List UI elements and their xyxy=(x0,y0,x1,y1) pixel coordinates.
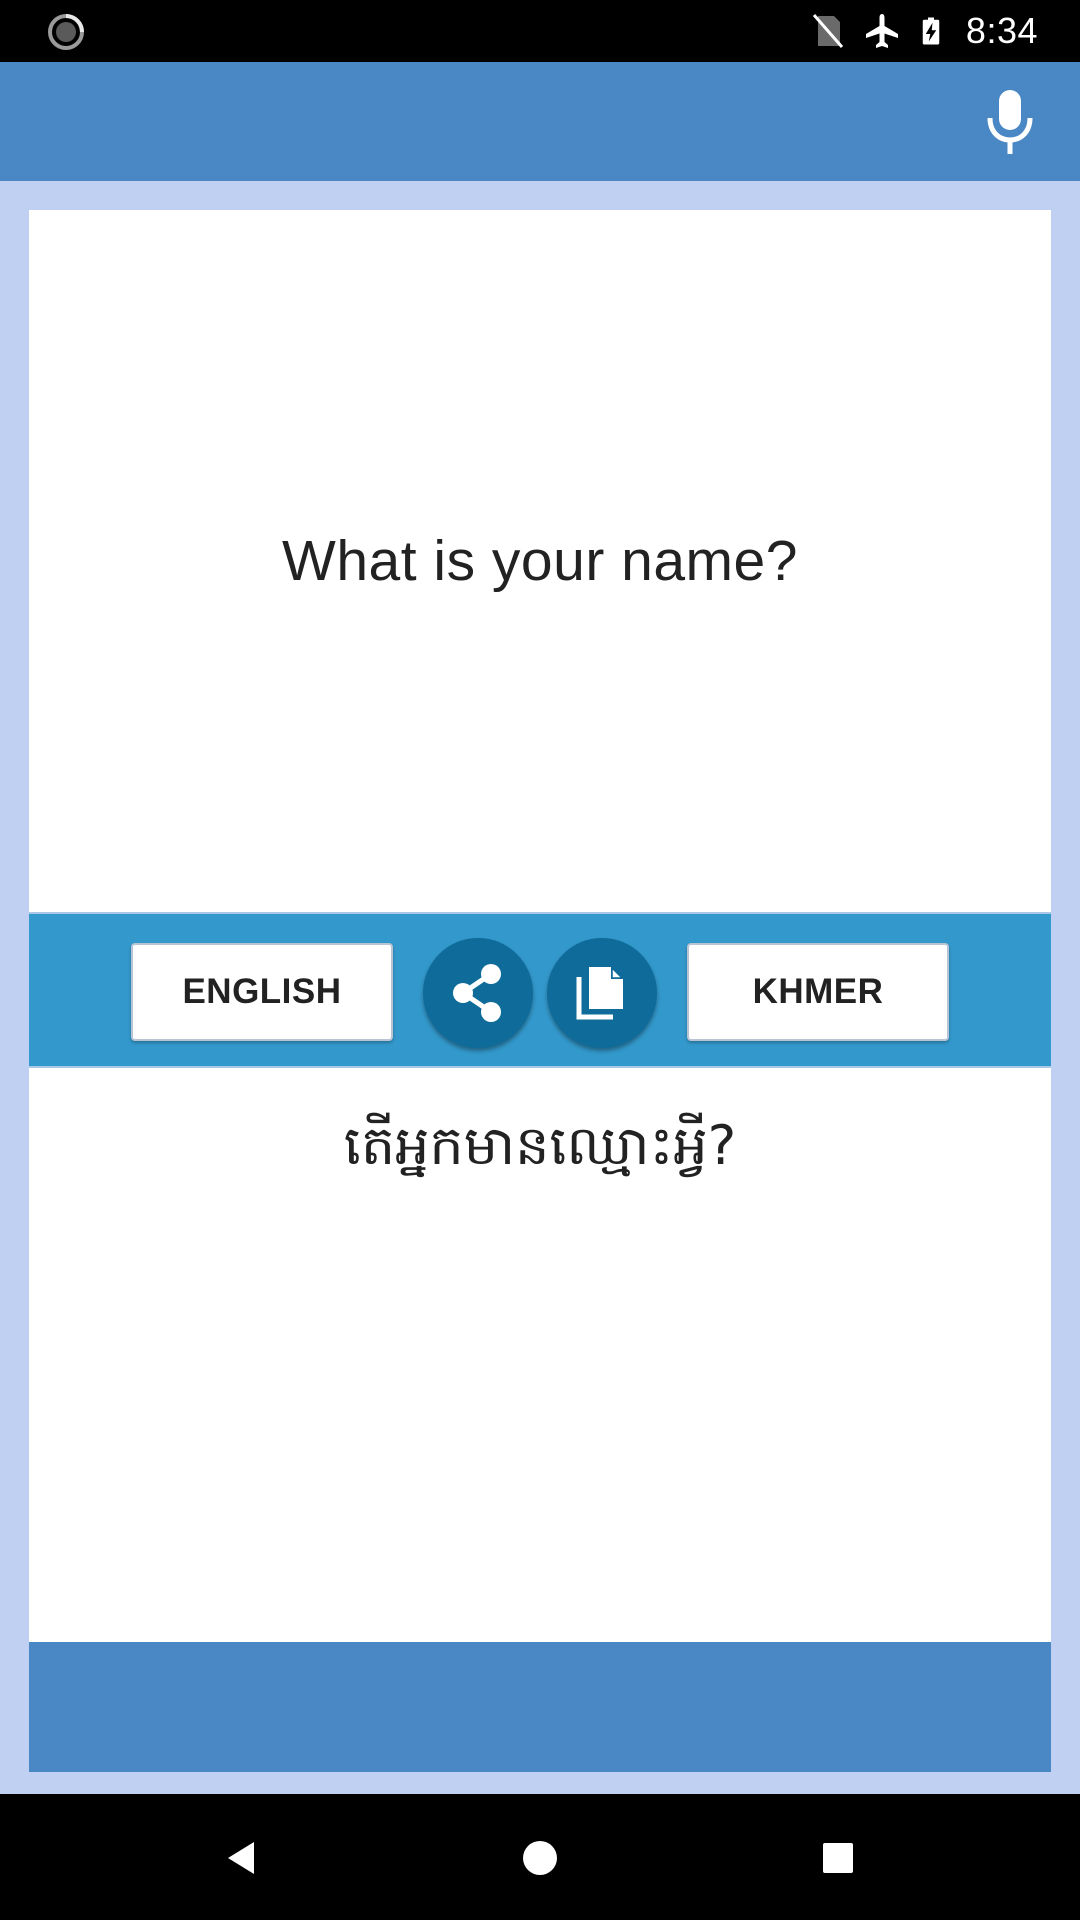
home-button[interactable] xyxy=(500,1818,580,1898)
content-area: What is your name? ENGLISH KHMER តើអ្នកម… xyxy=(0,181,1080,1794)
source-text-card[interactable]: What is your name? xyxy=(29,210,1051,912)
target-language-button[interactable]: KHMER xyxy=(687,943,949,1041)
copy-icon xyxy=(576,966,624,1020)
back-button[interactable] xyxy=(202,1818,282,1898)
translated-text-card: តើអ្នកមានឈ្មោះអ្វី? xyxy=(29,1068,1051,1642)
app-bar xyxy=(0,62,1080,181)
language-toolbar: ENGLISH KHMER xyxy=(29,912,1051,1068)
source-language-button[interactable]: ENGLISH xyxy=(131,943,393,1041)
mic-icon xyxy=(987,89,1033,154)
loading-icon xyxy=(48,14,84,50)
copy-button[interactable] xyxy=(547,938,657,1048)
airplane-icon xyxy=(865,14,898,48)
source-text[interactable]: What is your name? xyxy=(282,528,798,594)
share-icon xyxy=(453,964,501,1022)
back-icon xyxy=(228,1842,254,1874)
home-icon xyxy=(523,1841,557,1875)
status-time: 8:34 xyxy=(965,10,1038,51)
share-button[interactable] xyxy=(423,938,533,1048)
ad-banner[interactable] xyxy=(29,1642,1051,1772)
status-bar: 8:34 xyxy=(0,0,1080,62)
recents-icon xyxy=(823,1843,853,1873)
no-sim-icon xyxy=(812,14,844,48)
battery-charging-icon xyxy=(922,17,940,45)
recents-button[interactable] xyxy=(798,1818,878,1898)
navigation-bar xyxy=(0,1794,1080,1920)
mic-button[interactable] xyxy=(940,62,1080,181)
translated-text: តើអ្នកមានឈ្មោះអ្វី? xyxy=(343,1114,737,1177)
status-icons: 8:34 xyxy=(808,0,1080,62)
